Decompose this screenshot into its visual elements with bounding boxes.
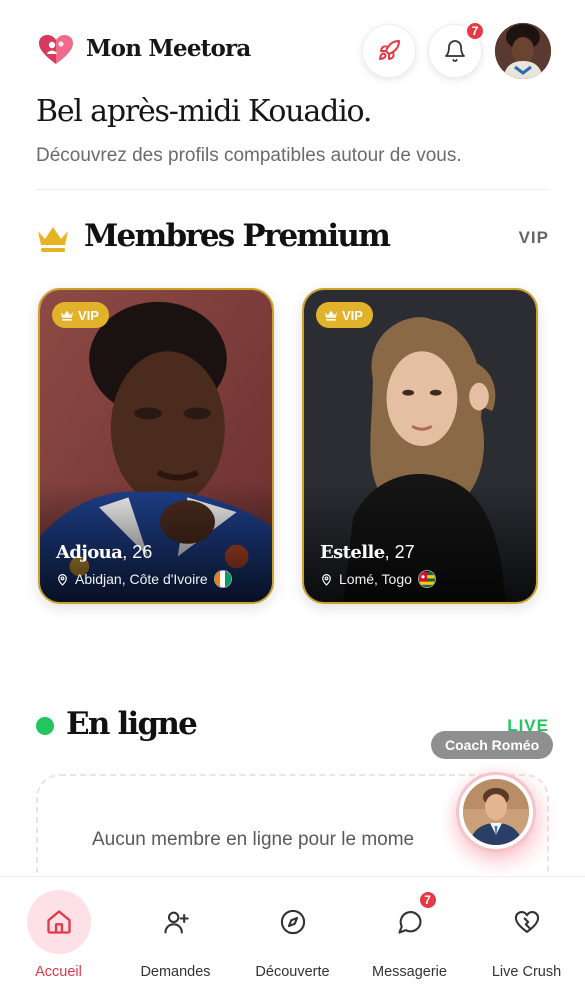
greeting-subtitle: Découvrez des profils compatibles autour… — [36, 145, 462, 166]
notification-count-badge: 7 — [465, 21, 485, 41]
premium-profile-card[interactable]: VIP Adjoua, 26 Abidjan, Côte d'Ivoire — [38, 288, 274, 604]
heart-icon — [514, 911, 539, 933]
vip-badge-label: VIP — [78, 307, 99, 323]
location-pin-icon — [322, 573, 331, 586]
greeting-heading: Bel après-midi Kouadio. — [36, 94, 372, 129]
brand-name: Mon Meetora — [86, 35, 251, 62]
chat-bubble-icon — [397, 911, 422, 934]
nav-label: Messagerie — [372, 964, 447, 980]
nav-item-decouverte[interactable]: Découverte — [234, 877, 351, 996]
profile-name: Estelle — [320, 542, 385, 563]
bell-icon — [445, 40, 465, 62]
app-header: Mon Meetora 7 — [0, 0, 585, 90]
crown-icon — [38, 227, 68, 252]
vip-badge: VIP — [316, 302, 373, 328]
nav-label: Demandes — [140, 964, 211, 980]
coach-avatar-button[interactable] — [459, 775, 533, 849]
message-count-badge: 7 — [417, 890, 438, 910]
nav-icon-container — [26, 890, 91, 954]
online-status-dot — [36, 717, 54, 735]
nav-icon-container — [495, 890, 559, 954]
nav-icon-container — [144, 890, 208, 954]
card-name: Adjoua, 26 — [56, 542, 152, 563]
nav-label: Live Crush — [491, 964, 562, 980]
rocket-icon — [379, 39, 400, 60]
card-location: Lomé, Togo — [320, 570, 436, 588]
location-pin-icon — [58, 573, 67, 586]
boost-button[interactable] — [362, 24, 416, 78]
crown-icon — [325, 310, 337, 321]
nav-label: Accueil — [35, 964, 82, 980]
premium-section-header: Membres Premium VIP — [36, 216, 549, 260]
profile-age: , 27 — [384, 542, 415, 562]
avatar-photo — [495, 23, 551, 79]
nav-label: Découverte — [255, 964, 330, 980]
user-avatar[interactable] — [495, 23, 551, 79]
coach-label[interactable]: Coach Roméo — [431, 731, 554, 759]
profile-location: Lomé, Togo — [339, 571, 412, 587]
premium-title: Membres Premium — [84, 218, 391, 254]
compass-icon — [280, 909, 305, 935]
user-plus-icon — [163, 911, 189, 934]
vip-badge: VIP — [52, 302, 109, 328]
vip-see-all-link[interactable]: VIP — [519, 228, 549, 248]
divider — [36, 189, 549, 190]
profile-location: Abidjan, Côte d'Ivoire — [75, 571, 208, 587]
bottom-navigation: Accueil Demandes Découverte 7 Messagerie — [0, 876, 585, 996]
profile-name: Adjoua — [56, 542, 123, 563]
home-icon — [46, 910, 71, 934]
flag-cote-divoire-icon — [213, 570, 232, 588]
card-location: Abidjan, Côte d'Ivoire — [56, 570, 232, 588]
profile-age: , 26 — [122, 542, 153, 562]
flag-togo-icon — [417, 570, 436, 588]
nav-item-live-crush[interactable]: Live Crush — [468, 877, 585, 996]
empty-state-message: Aucun membre en ligne pour le mome — [92, 829, 415, 850]
crown-icon — [61, 310, 73, 321]
vip-badge-label: VIP — [342, 307, 363, 323]
card-name: Estelle, 27 — [320, 542, 415, 563]
coach-photo — [463, 779, 529, 845]
notifications-button[interactable]: 7 — [428, 21, 485, 78]
nav-item-accueil[interactable]: Accueil — [0, 877, 117, 996]
nav-item-messagerie[interactable]: 7 Messagerie — [351, 877, 468, 996]
premium-profile-card[interactable]: VIP Estelle, 27 Lomé, Togo — [302, 288, 538, 604]
nav-item-demandes[interactable]: Demandes — [117, 877, 234, 996]
nav-icon-container — [261, 890, 325, 954]
logo-heart-icon — [39, 35, 73, 64]
online-title: En ligne — [66, 706, 198, 742]
